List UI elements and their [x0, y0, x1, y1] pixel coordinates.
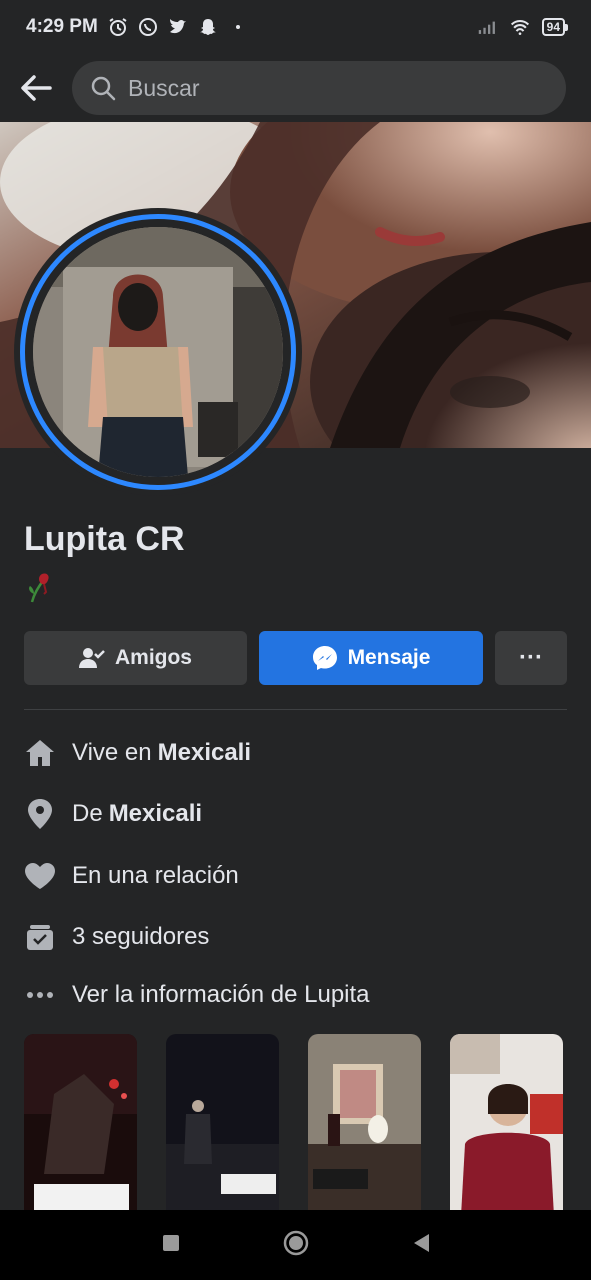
divider: [24, 709, 567, 710]
snapchat-icon: [198, 17, 218, 37]
location-pin-icon: [24, 798, 56, 830]
back-button[interactable]: [0, 54, 72, 122]
search-placeholder: Buscar: [128, 74, 200, 101]
wifi-icon: [510, 17, 530, 37]
top-bar: Buscar: [0, 54, 591, 122]
signal-icon: [478, 17, 498, 37]
system-nav-bar: [0, 1210, 591, 1280]
home-icon: [24, 737, 56, 769]
more-dots-icon: [24, 979, 56, 1011]
friends-button[interactable]: Amigos: [24, 631, 247, 685]
story-card[interactable]: [24, 1034, 137, 1210]
more-options-button[interactable]: ···: [495, 631, 567, 685]
wilted-rose-icon: [26, 570, 56, 604]
stories-row: [24, 1034, 567, 1210]
status-time: 4:29 PM: [26, 16, 98, 37]
profile-name: Lupita CR: [24, 520, 185, 558]
story-card[interactable]: [308, 1034, 421, 1210]
whatsapp-icon: [138, 17, 158, 37]
home-button[interactable]: [282, 1229, 310, 1262]
info-lives-in: Vive en Mexicali: [24, 733, 251, 773]
see-info-text: Ver la información de Lupita: [72, 981, 370, 1008]
info-relationship: En una relación: [24, 856, 239, 896]
from-prefix: De: [72, 800, 103, 827]
info-from: De Mexicali: [24, 794, 202, 834]
friends-label: Amigos: [114, 646, 192, 669]
story-card[interactable]: [450, 1034, 563, 1210]
message-button[interactable]: Mensaje: [259, 631, 483, 685]
alarm-icon: [108, 17, 128, 37]
story-card[interactable]: [166, 1034, 279, 1210]
back-arrow-icon: [21, 75, 52, 101]
search-icon: [91, 76, 116, 101]
back-nav-button[interactable]: [411, 1232, 431, 1259]
from-city[interactable]: Mexicali: [109, 800, 202, 828]
profile-avatar[interactable]: [14, 208, 302, 496]
friend-check-icon: [78, 648, 105, 668]
search-input[interactable]: Buscar: [72, 61, 566, 115]
lives-prefix: Vive en: [72, 739, 152, 766]
see-info-link[interactable]: Ver la información de Lupita: [24, 975, 370, 1015]
message-label: Mensaje: [347, 646, 431, 669]
recents-button[interactable]: [161, 1233, 181, 1258]
followers-icon: [24, 921, 56, 953]
relationship-text: En una relación: [72, 862, 239, 889]
heart-icon: [24, 860, 56, 892]
more-dots-icon: ···: [519, 644, 543, 671]
twitter-icon: [168, 17, 188, 37]
info-followers[interactable]: 3 seguidores: [24, 917, 209, 957]
battery-icon: 94: [541, 18, 569, 36]
followers-text: 3 seguidores: [72, 923, 210, 950]
status-bar: 4:29 PM 94: [0, 0, 591, 54]
messenger-icon: [312, 646, 337, 670]
dot-icon: [228, 17, 248, 37]
avatar-photo: [33, 227, 283, 477]
lives-city[interactable]: Mexicali: [158, 739, 251, 767]
profile-actions: Amigos Mensaje ···: [24, 631, 567, 685]
